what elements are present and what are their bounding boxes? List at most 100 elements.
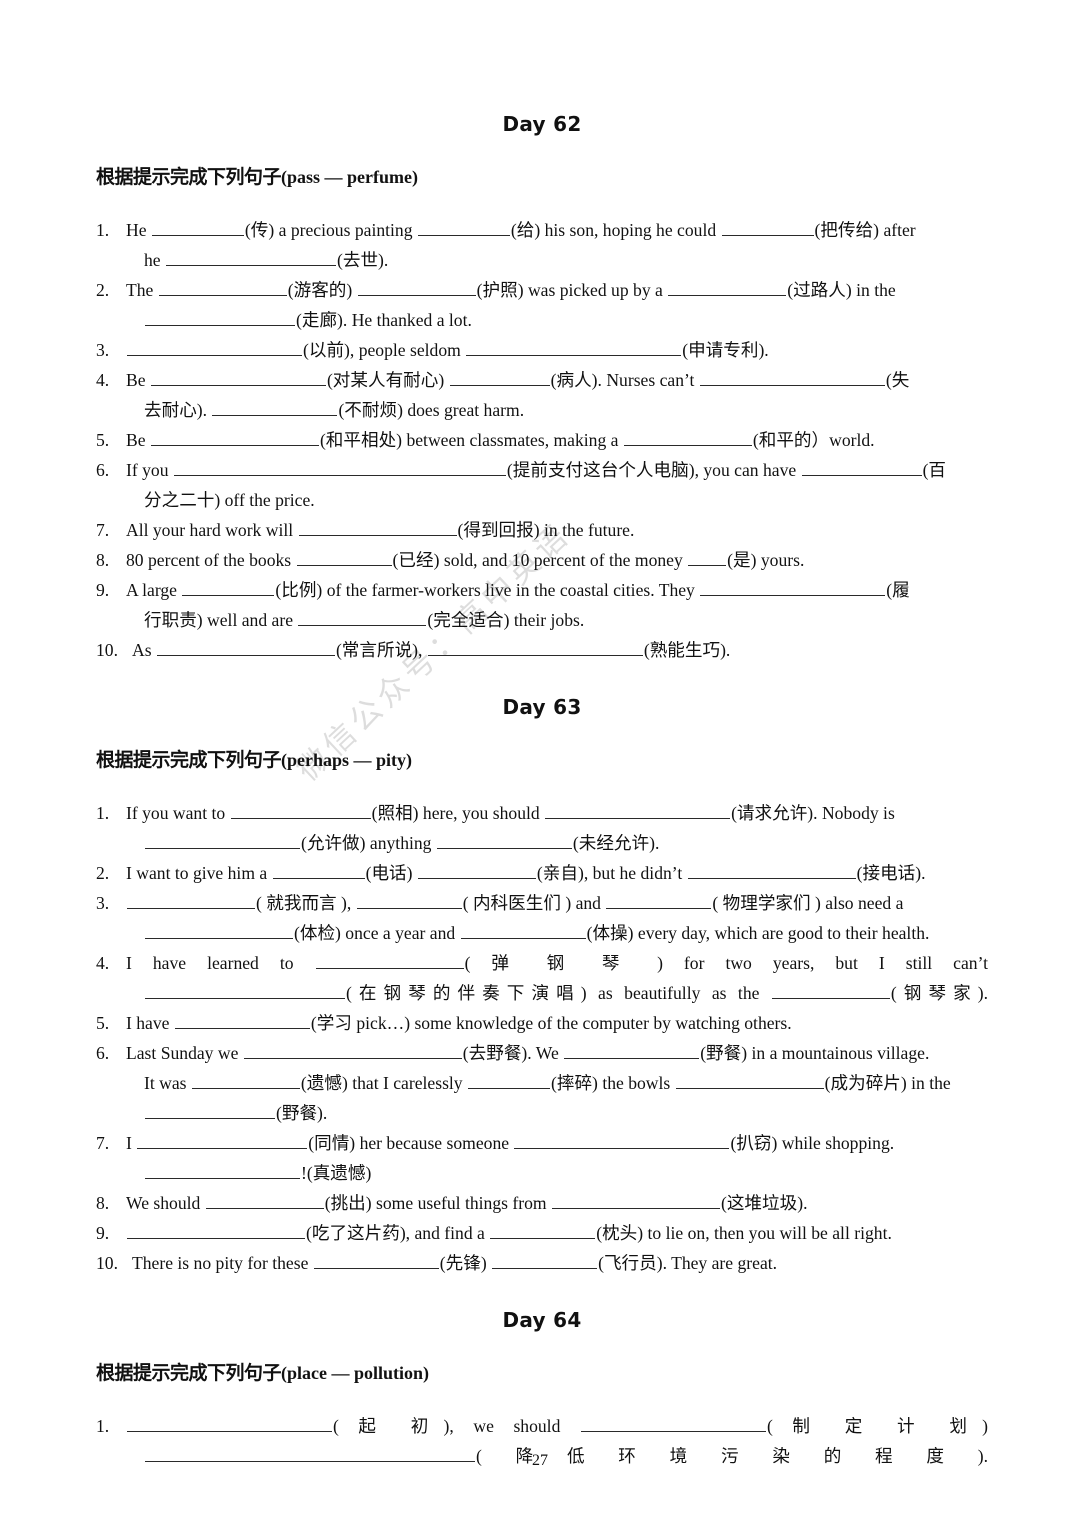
answer-blank[interactable] [145,308,295,326]
question-text: (过路人) in the [787,280,896,300]
answer-blank[interactable] [205,1191,324,1209]
answer-blank[interactable] [313,1251,439,1269]
answer-blank[interactable] [145,981,345,999]
answer-blank[interactable] [145,921,293,939]
question-line: 80 percent of the books (已经) sold, and 1… [126,550,804,570]
answer-blank[interactable] [606,891,712,909]
question-text: It was [144,1073,191,1093]
answer-blank[interactable] [166,248,337,266]
question-text: (不耐烦) does great harm. [338,400,525,420]
question-text: (先锋) [439,1253,492,1273]
answer-blank[interactable] [466,338,682,356]
question-text: (枕头) to lie on, then you will be all rig… [596,1223,892,1243]
question-text: We should [126,1193,205,1213]
question-continuation-line: 行职责) well and are (完全适合) their jobs. [126,605,988,635]
answer-blank[interactable] [174,1011,310,1029]
answer-blank[interactable] [700,578,886,596]
answer-blank[interactable] [492,1251,598,1269]
answer-blank[interactable] [230,801,371,819]
question-text: ( 弹 钢 琴 ) for two years, but I still can… [464,953,988,973]
question-text: (体检) once a year and [294,923,460,943]
answer-blank[interactable] [298,608,427,626]
answer-blank[interactable] [212,398,338,416]
question-text: (护照) was picked up by a [476,280,668,300]
answer-blank[interactable] [675,1071,824,1089]
answer-blank[interactable] [191,1071,300,1089]
question-text: The [126,280,158,300]
question-text: (病人). Nurses can’t [550,370,699,390]
answer-blank[interactable] [417,218,510,236]
answer-blank[interactable] [427,638,643,656]
question-text: There is no pity for these [132,1253,313,1273]
question-line: Be (对某人有耐心) (病人). Nurses can’t (失 [126,370,909,390]
answer-blank[interactable] [243,1041,462,1059]
answer-blank[interactable] [272,861,365,879]
answer-blank[interactable] [127,1221,305,1239]
question-text: (完全适合) their jobs. [427,610,585,630]
question-text: ( 起 初), we should [333,1416,580,1436]
question-text: (已经) sold, and 10 percent of the money [392,550,688,570]
answer-blank[interactable] [449,368,550,386]
answer-blank[interactable] [687,861,856,879]
answer-blank[interactable] [156,638,335,656]
answer-blank[interactable] [145,1161,300,1179]
answer-blank[interactable] [551,1191,720,1209]
answer-blank[interactable] [545,801,731,819]
question-text: (遗憾) that I carelessly [300,1073,468,1093]
question-text: He [126,220,151,240]
answer-blank[interactable] [356,891,462,909]
answer-blank[interactable] [145,831,300,849]
answer-blank[interactable] [173,458,506,476]
question-text: (游客的) [287,280,357,300]
answer-blank[interactable] [137,1131,308,1149]
question-text: (熟能生巧). [643,640,731,660]
question-item: 8. 80 percent of the books (已经) sold, and… [96,545,988,575]
question-number: 2. [96,280,110,300]
answer-blank[interactable] [623,428,752,446]
answer-blank[interactable] [417,861,536,879]
answer-blank[interactable] [688,548,727,566]
question-item: 9. (吃了这片药), and find a (枕头) to lie on, th… [96,1218,988,1248]
question-item: 3. ( 就我而言 ), ( 内科医生们 ) and ( 物理学家们 ) also… [96,888,988,948]
question-text: As [132,640,156,660]
question-text: (照相) here, you should [371,803,545,823]
answer-blank[interactable] [436,831,572,849]
question-text: I have learned to [126,953,315,973]
answer-blank[interactable] [145,1101,275,1119]
answer-blank[interactable] [357,278,476,296]
question-text: I [126,1133,137,1153]
question-item: 8. We should (挑出) some useful things from… [96,1188,988,1218]
answer-blank[interactable] [580,1414,766,1432]
answer-blank[interactable] [668,278,787,296]
question-number: 9. [96,580,110,600]
answer-blank[interactable] [158,278,287,296]
answer-blank[interactable] [151,218,244,236]
answer-blank[interactable] [564,1041,700,1059]
answer-blank[interactable] [298,518,457,536]
answer-blank[interactable] [490,1221,596,1239]
question-number: 3. [96,893,110,913]
answer-blank[interactable] [460,921,586,939]
answer-blank[interactable] [150,368,326,386]
answer-blank[interactable] [468,1071,551,1089]
answer-blank[interactable] [721,218,814,236]
question-number: 2. [96,863,110,883]
answer-blank[interactable] [699,368,885,386]
answer-blank[interactable] [127,1414,332,1432]
answer-blank[interactable] [150,428,319,446]
answer-blank[interactable] [514,1131,730,1149]
answer-blank[interactable] [801,458,922,476]
answer-blank[interactable] [296,548,392,566]
question-text: (请求允许). Nobody is [731,803,895,823]
question-number: 1. [96,1416,110,1436]
question-text: (未经允许). [572,833,660,853]
answer-blank[interactable] [127,338,302,356]
question-number: 5. [96,1013,110,1033]
answer-blank[interactable] [315,951,464,969]
answer-blank[interactable] [771,981,890,999]
question-text: (同情) her because someone [308,1133,514,1153]
question-line: We should (挑出) some useful things from (… [126,1193,807,1213]
question-text: (失 [885,370,910,390]
answer-blank[interactable] [182,578,275,596]
answer-blank[interactable] [127,891,255,909]
